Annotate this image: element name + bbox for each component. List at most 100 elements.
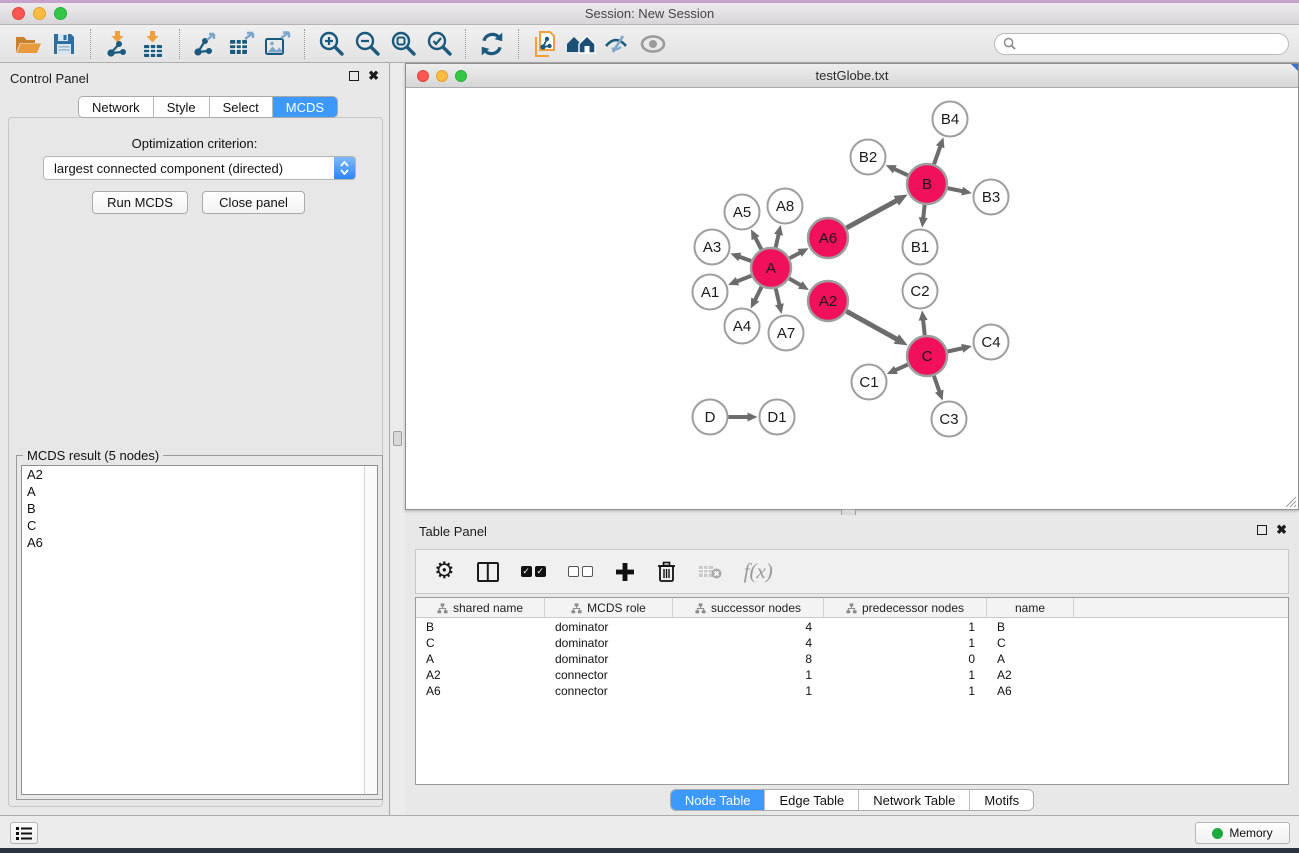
select-all-columns-icon[interactable]: ✓✓ bbox=[521, 566, 546, 577]
memory-button[interactable]: Memory bbox=[1195, 822, 1290, 844]
tab-select[interactable]: Select bbox=[210, 97, 273, 117]
column-header-shared-name[interactable]: shared name bbox=[416, 598, 545, 618]
float-panel-icon[interactable] bbox=[349, 71, 359, 81]
table-cell[interactable]: A bbox=[416, 651, 545, 667]
graph-node-D1[interactable]: D1 bbox=[760, 400, 795, 435]
graph-node-A8[interactable]: A8 bbox=[768, 189, 803, 224]
mcds-result-item[interactable]: A bbox=[22, 483, 377, 500]
table-cell[interactable]: A6 bbox=[416, 683, 545, 699]
graph-node-A6[interactable]: A6 bbox=[808, 218, 848, 258]
graph-edge-B-B2[interactable] bbox=[893, 168, 908, 175]
table-cell[interactable]: 1 bbox=[824, 683, 987, 699]
graph-node-C2[interactable]: C2 bbox=[903, 274, 938, 309]
graph-node-A3[interactable]: A3 bbox=[695, 230, 730, 265]
table-row[interactable]: Bdominator41B bbox=[416, 619, 1288, 635]
table-cell[interactable]: 8 bbox=[673, 651, 824, 667]
table-settings-icon[interactable]: ⚙ bbox=[434, 560, 455, 583]
close-panel-icon[interactable]: ✖ bbox=[368, 71, 379, 81]
graph-edge-A6-B[interactable] bbox=[846, 199, 899, 228]
table-cell[interactable]: 1 bbox=[673, 667, 824, 683]
graph-edge-B-B3[interactable] bbox=[948, 188, 965, 191]
search-field[interactable] bbox=[994, 33, 1289, 55]
delete-column-icon[interactable] bbox=[657, 561, 676, 583]
tab-mcds[interactable]: MCDS bbox=[273, 97, 337, 117]
table-cell[interactable]: 1 bbox=[824, 635, 987, 651]
table-cell[interactable]: A2 bbox=[987, 667, 1074, 683]
graph-node-A2[interactable]: A2 bbox=[808, 281, 848, 321]
tab-edge-table[interactable]: Edge Table bbox=[765, 790, 859, 810]
tab-network-table[interactable]: Network Table bbox=[859, 790, 970, 810]
graph-node-C4[interactable]: C4 bbox=[974, 325, 1009, 360]
table-cell[interactable]: 1 bbox=[673, 683, 824, 699]
graph-edge-C-C4[interactable] bbox=[948, 348, 965, 352]
network-graph[interactable]: AA1A2A3A4A5A6A7A8BB1B2B3B4CC1C2C3C4DD1 bbox=[406, 88, 1298, 509]
graph-node-A1[interactable]: A1 bbox=[693, 275, 728, 310]
table-row[interactable]: A6connector11A6 bbox=[416, 683, 1288, 699]
table-cell[interactable]: B bbox=[987, 619, 1074, 635]
tab-style[interactable]: Style bbox=[154, 97, 210, 117]
zoom-out-button[interactable] bbox=[349, 28, 385, 60]
graph-node-B3[interactable]: B3 bbox=[974, 180, 1009, 215]
table-cell[interactable]: C bbox=[416, 635, 545, 651]
column-header-predecessor-nodes[interactable]: predecessor nodes bbox=[824, 598, 987, 618]
zoom-fit-button[interactable] bbox=[385, 28, 421, 60]
graph-edge-A2-C[interactable] bbox=[846, 311, 899, 340]
graph-edge-A-A4[interactable] bbox=[754, 287, 762, 302]
network-window-titlebar[interactable]: testGlobe.txt bbox=[406, 64, 1298, 88]
graph-node-A4[interactable]: A4 bbox=[725, 309, 760, 344]
mcds-result-item[interactable]: C bbox=[22, 517, 377, 534]
column-header-name[interactable]: name bbox=[987, 598, 1074, 618]
table-cell[interactable]: 4 bbox=[673, 619, 824, 635]
save-session-button[interactable] bbox=[46, 28, 82, 60]
table-cell[interactable]: A2 bbox=[416, 667, 545, 683]
graph-node-C3[interactable]: C3 bbox=[932, 402, 967, 437]
splitter-grip[interactable] bbox=[393, 431, 402, 446]
column-header-successor-nodes[interactable]: successor nodes bbox=[673, 598, 824, 618]
show-columns-icon[interactable] bbox=[477, 562, 499, 582]
table-cell[interactable]: A bbox=[987, 651, 1074, 667]
graph-edge-C-C2[interactable] bbox=[923, 318, 925, 335]
table-cell[interactable]: dominator bbox=[545, 651, 673, 667]
import-network-button[interactable] bbox=[99, 28, 135, 60]
float-table-panel-icon[interactable] bbox=[1257, 525, 1267, 535]
table-row[interactable]: Adominator80A bbox=[416, 651, 1288, 667]
export-table-button[interactable] bbox=[224, 28, 260, 60]
graph-edge-A-A1[interactable] bbox=[735, 276, 751, 282]
network-canvas[interactable]: AA1A2A3A4A5A6A7A8BB1B2B3B4CC1C2C3C4DD1 bbox=[406, 88, 1298, 509]
graph-node-A[interactable]: A bbox=[751, 248, 791, 288]
graph-node-A7[interactable]: A7 bbox=[769, 316, 804, 351]
graph-node-B1[interactable]: B1 bbox=[903, 230, 938, 265]
graph-edge-A-A7[interactable] bbox=[776, 288, 780, 306]
graph-node-A5[interactable]: A5 bbox=[725, 195, 760, 230]
graph-node-C[interactable]: C bbox=[907, 336, 947, 376]
close-panel-button[interactable]: Close panel bbox=[202, 191, 305, 214]
resize-grip-icon[interactable] bbox=[1283, 494, 1297, 508]
table-cell[interactable]: 1 bbox=[824, 619, 987, 635]
graph-edge-C-C3[interactable] bbox=[934, 376, 940, 394]
tab-node-table[interactable]: Node Table bbox=[671, 790, 766, 810]
import-table-button[interactable] bbox=[135, 28, 171, 60]
delete-table-icon[interactable] bbox=[698, 564, 722, 580]
export-image-button[interactable] bbox=[260, 28, 296, 60]
graph-node-B4[interactable]: B4 bbox=[933, 102, 968, 137]
table-cell[interactable]: B bbox=[416, 619, 545, 635]
tab-motifs[interactable]: Motifs bbox=[970, 790, 1033, 810]
table-row[interactable]: A2connector11A2 bbox=[416, 667, 1288, 683]
run-mcds-button[interactable]: Run MCDS bbox=[92, 191, 188, 214]
table-cell[interactable]: dominator bbox=[545, 635, 673, 651]
first-neighbors-button[interactable] bbox=[563, 28, 599, 60]
graph-node-B2[interactable]: B2 bbox=[851, 140, 886, 175]
deselect-all-columns-icon[interactable] bbox=[568, 566, 593, 577]
table-cell[interactable]: 4 bbox=[673, 635, 824, 651]
open-file-button[interactable] bbox=[10, 28, 46, 60]
graph-node-D[interactable]: D bbox=[693, 400, 728, 435]
function-builder-icon[interactable]: f(x) bbox=[744, 559, 773, 584]
column-header-MCDS-role[interactable]: MCDS role bbox=[545, 598, 673, 618]
mcds-result-list[interactable]: A2ABCA6 bbox=[21, 465, 378, 795]
add-column-icon[interactable] bbox=[615, 562, 635, 582]
refresh-button[interactable] bbox=[474, 28, 510, 60]
zoom-selected-button[interactable] bbox=[421, 28, 457, 60]
table-cell[interactable]: A6 bbox=[987, 683, 1074, 699]
tab-network[interactable]: Network bbox=[79, 97, 154, 117]
close-table-panel-icon[interactable]: ✖ bbox=[1276, 525, 1287, 535]
